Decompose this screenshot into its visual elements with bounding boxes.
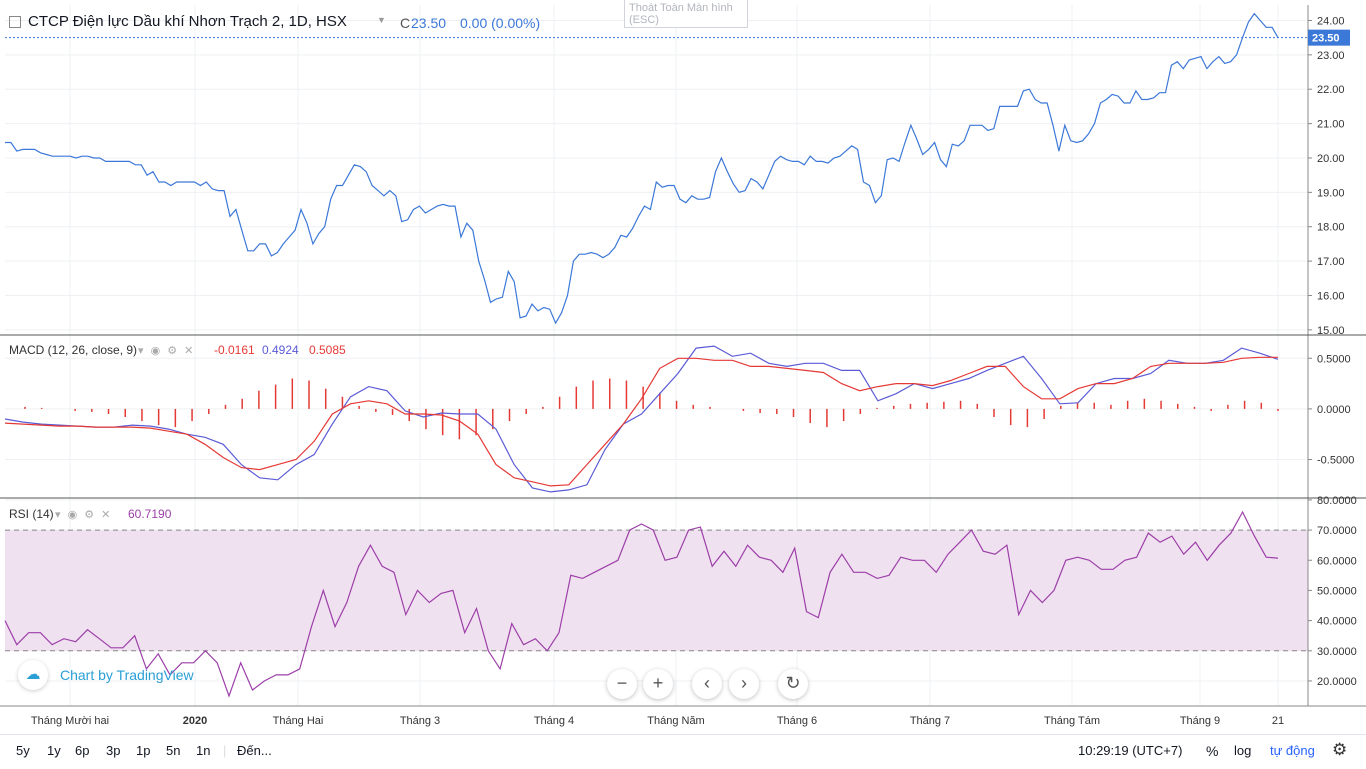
watermark-link[interactable]: Chart by TradingView [60,667,194,683]
y-tick-label: 16.00 [1317,290,1345,302]
macd-series-1 [4,356,1278,487]
y-tick-label: 80.0000 [1317,495,1357,507]
y-tick-label: 15.00 [1317,325,1345,337]
timeframe-1n[interactable]: 1n [196,743,210,758]
y-tick-label: 23.00 [1317,50,1345,62]
macd-hist-value: -0.0161 [214,343,255,357]
y-tick-label: 0.5000 [1317,353,1351,365]
last-price-marker: 23.50 [5,29,1350,46]
y-tick-label: -0.5000 [1317,455,1354,467]
scroll-right-button[interactable]: › [729,669,759,699]
gear-icon[interactable]: ⚙ [1332,740,1347,760]
last-price-label: 23.50 [1312,33,1340,45]
y-tick-label: 19.00 [1317,187,1345,199]
timeframe-3p[interactable]: 3p [106,743,120,758]
macd-settings-icons[interactable]: ▾ ◉ ⚙ ✕ [138,344,195,357]
x-tick-label: Tháng Hai [273,715,324,727]
goto-date-button[interactable]: Đến... [237,743,272,758]
close-value: 23.50 [411,15,447,31]
y-tick-label: 18.00 [1317,222,1345,234]
fullscreen-tooltip: Thoát Toàn Màn hình (ESC) [624,0,748,28]
clock-time[interactable]: 10:29:19 (UTC+7) [1078,743,1182,758]
macd-series-0 [4,345,1279,493]
symbol-title[interactable]: CTCP Điện lực Dầu khí Nhơn Trạch 2, 1D, … [28,13,347,30]
timeframe-5n[interactable]: 5n [166,743,180,758]
x-tick-label: Tháng Tám [1044,715,1100,727]
symbol-dropdown-icon[interactable]: ▼ [377,15,386,25]
auto-toggle[interactable]: tự động [1270,743,1315,758]
bottom-toolbar: 5y 1y 6p 3p 1p 5n 1n | Đến... 10:29:19 (… [0,734,1366,769]
y-tick-label: 22.00 [1317,84,1345,96]
separator: | [223,743,227,758]
chart-area[interactable]: 15.00 16.00 17.00 18.00 19.00 20.00 21.00 22.00… [0,0,1366,768]
y-tick-label: 20.0000 [1317,676,1357,688]
x-tick-label: Tháng Mười hai [31,715,109,727]
close-prefix: C [400,15,411,31]
zoom-out-button[interactable]: − [607,669,637,699]
y-tick-label: 50.0000 [1317,585,1357,597]
x-tick-label: Tháng 4 [534,715,574,727]
macd-line-value: 0.4924 [262,343,299,357]
y-tick-label: 30.0000 [1317,646,1357,658]
y-tick-label: 20.00 [1317,153,1345,165]
price-axis[interactable]: 15.00 16.00 17.00 18.00 19.00 20.00 21.00 22.00… [1308,15,1357,688]
macd-signal-value: 0.5085 [309,343,346,357]
y-tick-label: 60.0000 [1317,555,1357,567]
y-tick-label: 70.0000 [1317,525,1357,537]
timeframe-6p[interactable]: 6p [75,743,89,758]
timeframe-1y[interactable]: 1y [47,743,61,758]
fullscreen-tip-text: Thoát Toàn Màn hình [629,2,733,14]
tradingview-logo-icon[interactable]: ☁ [18,660,48,690]
x-tick-label: 21 [1272,715,1284,727]
x-tick-label: 2020 [183,715,207,727]
collapse-legend-icon[interactable] [9,16,21,28]
macd-title[interactable]: MACD (12, 26, close, 9) [9,343,137,357]
price-series-0 [5,12,1279,325]
rsi-title[interactable]: RSI (14) [9,507,54,521]
x-tick-label: Tháng 7 [910,715,950,727]
y-tick-label: 17.00 [1317,256,1345,268]
fullscreen-tip-key: (ESC) [629,14,659,26]
rsi-settings-icons[interactable]: ▾ ◉ ⚙ ✕ [55,508,112,521]
time-axis[interactable]: Tháng Mười hai 2020 Tháng Hai Tháng 3 Tháng … [31,715,1284,727]
y-tick-label: 0.0000 [1317,404,1351,416]
x-tick-label: Tháng 3 [400,715,440,727]
reset-chart-button[interactable]: ↻ [778,669,808,699]
y-tick-label: 40.0000 [1317,616,1357,628]
scroll-left-button[interactable]: ‹ [692,669,722,699]
y-tick-label: 21.00 [1317,119,1345,131]
x-tick-label: Tháng 9 [1180,715,1220,727]
y-tick-label: 24.00 [1317,15,1345,27]
rsi-value: 60.7190 [128,507,172,521]
x-tick-label: Tháng Năm [647,715,704,727]
timeframe-5y[interactable]: 5y [16,743,30,758]
timeframe-1p[interactable]: 1p [136,743,150,758]
rsi-band [5,530,1308,651]
x-tick-label: Tháng 6 [777,715,817,727]
change-value: 0.00 (0.00%) [460,15,541,31]
percent-toggle[interactable]: % [1206,743,1218,759]
log-toggle[interactable]: log [1234,743,1251,758]
zoom-in-button[interactable]: + [643,669,673,699]
